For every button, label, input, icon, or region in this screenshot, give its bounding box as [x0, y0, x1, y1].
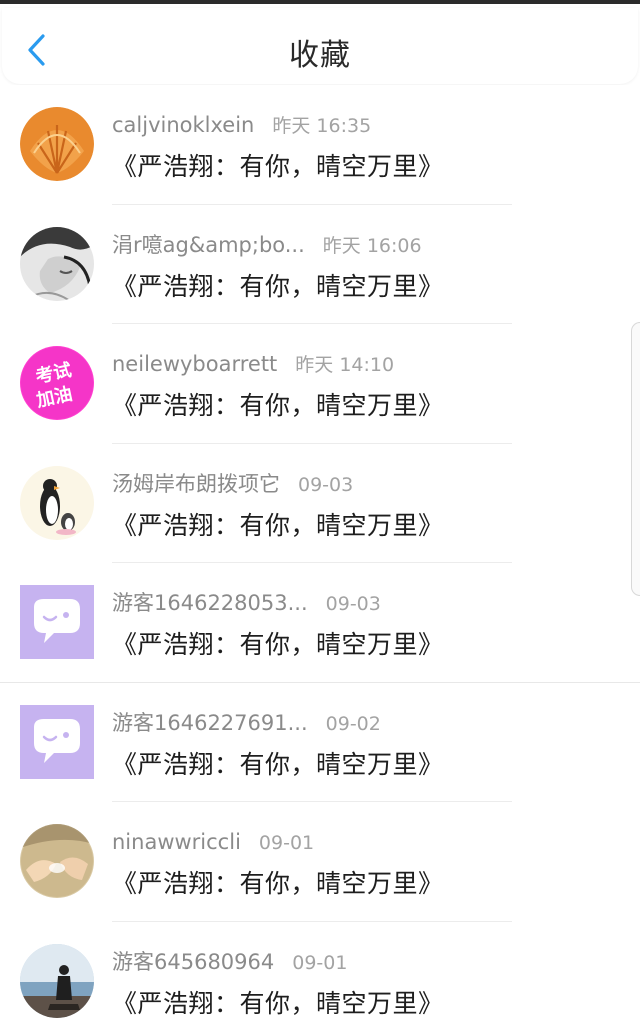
timestamp: 09-03: [298, 473, 354, 496]
favorites-list: caljvinoklxein 昨天 16:35 《严浩翔：有你，晴空万里》 涓r噫…: [0, 85, 640, 1036]
penguin-avatar[interactable]: [20, 465, 94, 540]
header-bar: 收藏: [2, 8, 638, 84]
page-title: 收藏: [289, 38, 351, 73]
user-name[interactable]: 游客645680964: [112, 950, 274, 974]
item-meta: neilewyboarrett 昨天 14:10: [112, 350, 394, 378]
side-scroll-handle[interactable]: [631, 322, 640, 596]
status-bar-strip: [0, 0, 640, 4]
list-item[interactable]: 涓r噫ag&amp;bo... 昨天 16:06 《严浩翔：有你，晴空万里》: [0, 205, 640, 324]
default-chat-avatar[interactable]: [20, 704, 94, 779]
user-name[interactable]: caljvinoklxein: [112, 113, 254, 137]
seaside-person-avatar[interactable]: [20, 943, 94, 1018]
favorite-title[interactable]: 《严浩翔：有你，晴空万里》: [112, 625, 444, 661]
timestamp: 09-03: [325, 593, 381, 615]
seashell-avatar[interactable]: [20, 107, 94, 181]
favorite-title[interactable]: 《严浩翔：有你，晴空万里》: [112, 147, 444, 183]
list-item[interactable]: 游客1646228053... 09-03 《严浩翔：有你，晴空万里》: [0, 563, 640, 683]
item-meta: 汤姆岸布朗拨项它 09-03: [112, 470, 353, 498]
hands-avatar[interactable]: [20, 824, 94, 898]
default-chat-avatar[interactable]: [20, 585, 94, 659]
list-item[interactable]: 游客1646227691... 09-02 《严浩翔：有你，晴空万里》: [0, 683, 640, 802]
item-meta: 游客645680964 09-01: [112, 948, 347, 976]
item-meta: 游客1646227691... 09-02: [112, 709, 381, 737]
favorite-title[interactable]: 《严浩翔：有你，晴空万里》: [112, 864, 444, 900]
timestamp: 09-01: [258, 832, 315, 854]
favorites-screen: 收藏 caljvinoklxein 昨天 16:35 《严浩翔：有你，晴空万里》: [0, 0, 640, 1036]
list-item[interactable]: caljvinoklxein 昨天 16:35 《严浩翔：有你，晴空万里》: [0, 85, 640, 205]
user-name[interactable]: ninawwriccli: [112, 830, 241, 854]
timestamp: 昨天 16:06: [322, 234, 422, 257]
list-item[interactable]: ninawwriccli 09-01 《严浩翔：有你，晴空万里》: [0, 802, 640, 922]
favorite-title[interactable]: 《严浩翔：有你，晴空万里》: [112, 984, 444, 1020]
favorite-title[interactable]: 《严浩翔：有你，晴空万里》: [112, 745, 444, 781]
timestamp: 09-01: [292, 951, 348, 974]
user-name[interactable]: 游客1646227691...: [112, 711, 308, 735]
favorite-title[interactable]: 《严浩翔：有你，晴空万里》: [112, 506, 444, 542]
timestamp: 09-02: [325, 712, 381, 735]
user-name[interactable]: 汤姆岸布朗拨项它: [112, 472, 280, 496]
user-name[interactable]: 游客1646228053...: [112, 591, 308, 615]
list-item[interactable]: 汤姆岸布朗拨项它 09-03 《严浩翔：有你，晴空万里》: [0, 444, 640, 563]
item-meta: ninawwriccli 09-01: [112, 828, 314, 856]
user-name[interactable]: 涓r噫ag&amp;bo...: [112, 233, 305, 257]
list-item[interactable]: 考试 加油 neilewyboarrett 昨天 14:10 《严浩翔：有你，晴空…: [0, 324, 640, 444]
item-meta: caljvinoklxein 昨天 16:35: [112, 111, 371, 139]
favorite-title[interactable]: 《严浩翔：有你，晴空万里》: [112, 267, 444, 303]
bw-portrait-avatar[interactable]: [20, 226, 94, 301]
item-meta: 涓r噫ag&amp;bo... 昨天 16:06: [112, 231, 422, 259]
item-meta: 游客1646228053... 09-03: [112, 589, 381, 617]
timestamp: 昨天 16:35: [272, 115, 372, 137]
user-name[interactable]: neilewyboarrett: [112, 352, 277, 376]
exam-cheer-avatar[interactable]: 考试 加油: [20, 346, 94, 420]
favorite-title[interactable]: 《严浩翔：有你，晴空万里》: [112, 386, 444, 422]
list-item[interactable]: 游客645680964 09-01 《严浩翔：有你，晴空万里》: [0, 922, 640, 1036]
timestamp: 昨天 14:10: [295, 354, 395, 376]
